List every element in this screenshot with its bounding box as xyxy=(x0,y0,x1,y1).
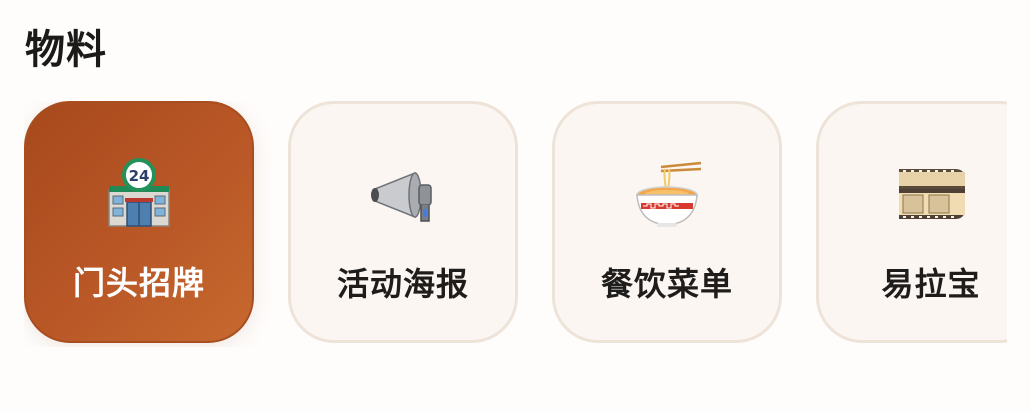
film-roll-icon xyxy=(819,159,1007,231)
material-card-label: 易拉宝 xyxy=(881,265,981,303)
store-sign-number: 24 xyxy=(129,167,150,185)
convenience-store-icon: 24 xyxy=(26,158,252,230)
section-title: 物料 xyxy=(25,27,107,73)
material-card-event-poster[interactable]: 活动海报 xyxy=(288,101,518,343)
material-card-storefront-sign[interactable]: 24 门头招牌 xyxy=(24,101,254,343)
material-card-restaurant-menu[interactable]: 餐饮菜单 xyxy=(552,101,782,343)
materials-page: 物料 24 门头招牌 活动海报 餐饮菜单 易拉宝 xyxy=(0,0,1031,411)
material-card-label: 餐饮菜单 xyxy=(600,265,733,303)
noodle-bowl-icon xyxy=(555,159,779,231)
material-card-roll-up-banner[interactable]: 易拉宝 xyxy=(816,101,1007,343)
material-card-label: 活动海报 xyxy=(336,265,469,303)
material-carousel[interactable]: 24 门头招牌 活动海报 餐饮菜单 易拉宝 xyxy=(24,101,1007,347)
material-card-label: 门头招牌 xyxy=(72,264,205,302)
megaphone-icon xyxy=(291,159,515,231)
